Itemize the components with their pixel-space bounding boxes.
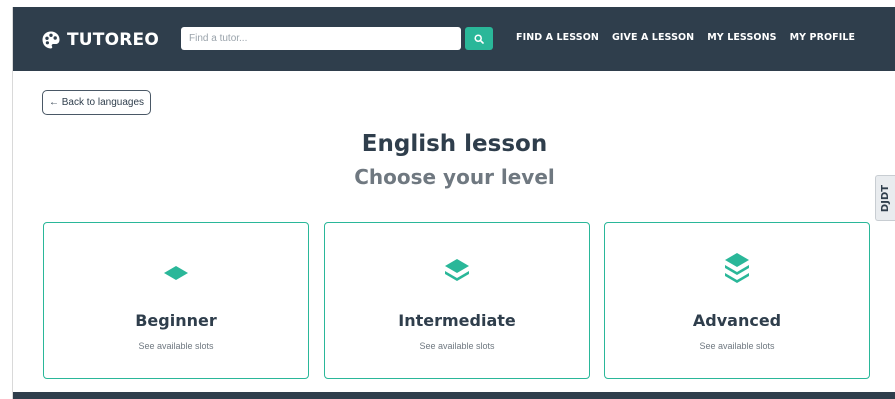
layers-icon [445,259,469,281]
navbar: TUTOREO FIND A LESSON GIVE A LESSON MY L… [13,7,895,71]
main-nav: FIND A LESSON GIVE A LESSON MY LESSONS M… [516,32,855,43]
nav-give-lesson[interactable]: GIVE A LESSON [612,32,694,43]
palette-icon [42,31,60,49]
nav-find-lesson[interactable]: FIND A LESSON [516,32,599,43]
level-slots-link[interactable]: See available slots [44,341,308,351]
level-card-beginner[interactable]: Beginner See available slots [43,222,309,379]
search-input[interactable] [181,27,461,50]
brand-name: TUTOREO [67,30,160,50]
nav-my-lessons[interactable]: MY LESSONS [707,32,776,43]
level-name: Advanced [692,311,782,330]
page-title: English lesson [361,131,548,157]
back-to-languages-button[interactable]: ← Back to languages [42,90,151,115]
brand-logo[interactable]: TUTOREO [41,29,159,51]
level-slots-link[interactable]: See available slots [325,341,589,351]
nav-my-profile[interactable]: MY PROFILE [790,32,856,43]
level-slots-link[interactable]: See available slots [605,341,869,351]
level-card-advanced[interactable]: Advanced See available slots [604,222,870,379]
search-icon [474,33,484,44]
level-card-intermediate[interactable]: Intermediate See available slots [324,222,590,379]
layers-icon [164,266,188,280]
footer [13,392,895,399]
debug-toolbar-label: DJDT [880,184,892,212]
layers-icon [725,253,749,283]
app-window: TUTOREO FIND A LESSON GIVE A LESSON MY L… [12,7,895,399]
level-name: Beginner [135,311,217,330]
search-button[interactable] [465,27,493,50]
page-subtitle: Choose your level [354,165,555,189]
level-name: Intermediate [398,311,516,330]
debug-toolbar-tab[interactable]: DJDT [875,175,895,221]
